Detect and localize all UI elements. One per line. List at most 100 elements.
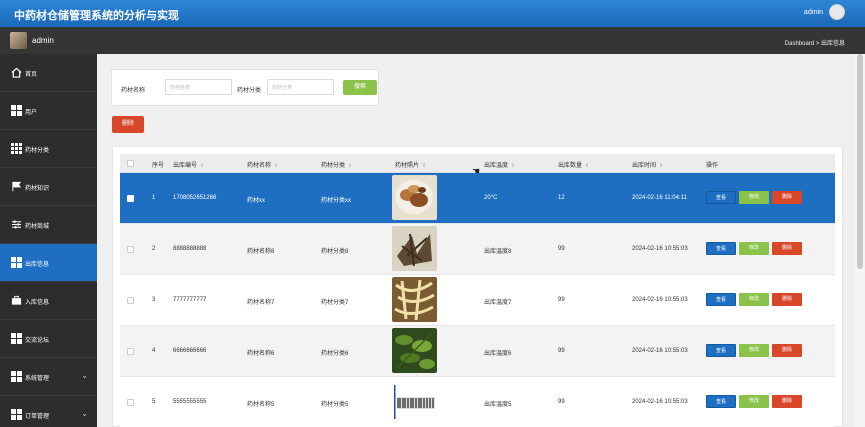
view-button[interactable]: 查看 [706,293,736,306]
herb-photo[interactable] [392,175,437,220]
cell-time: 2024-02-16 10:55:03 [632,399,688,405]
col-label: 出库温度 [484,163,509,169]
cell-qty: 99 [558,348,565,354]
row-checkbox[interactable] [127,297,134,304]
header-avatar[interactable] [829,4,845,20]
col-label: 药材照片 [395,163,420,169]
delete-button[interactable]: 删除 [772,191,802,204]
col-category[interactable]: 药材分类 ⇕ [321,160,352,169]
cell-time: 2024-02-16 11:04:11 [632,195,687,201]
sidebar-username: admin [32,36,54,45]
delete-button[interactable]: 删除 [772,344,802,357]
category-search-input[interactable]: 药材分类 [267,79,334,95]
cell-category: 药材分类5 [321,402,349,408]
col-actions: 操作 [706,160,718,169]
col-label: 药材分类 [321,163,346,169]
select-all-checkbox[interactable] [127,160,134,167]
col-label: 出库数量 [558,163,583,169]
sort-icon[interactable]: ⇕ [274,163,278,169]
row-checkbox[interactable] [127,246,134,253]
sort-icon[interactable]: ⇕ [200,163,204,169]
col-label: 药材名称 [247,163,272,169]
col-temp[interactable]: 出库温度 ⇕ [484,160,515,169]
herb-photo[interactable] [392,379,437,424]
grid-icon [11,105,22,116]
name-label: 药材名称 [121,88,146,94]
row-checkbox[interactable] [127,348,134,355]
cell-index: 3 [152,297,156,303]
view-button[interactable]: 查看 [706,344,736,357]
sidebar-item-orders[interactable]: 订单管理 ⌄ [0,396,97,427]
row-checkbox[interactable] [127,399,134,406]
name-search-input[interactable]: 药材名称 [165,79,232,95]
table-row[interactable]: 5 5555555555 药材名称5 药材分类5 出库温度5 99 2024-0… [120,377,835,427]
cell-index: 4 [152,348,156,354]
col-photo[interactable]: 药材照片 ⇕ [395,160,426,169]
row-checkbox[interactable] [127,195,134,202]
cell-time: 2024-02-16 10:55:03 [632,246,688,252]
col-qty[interactable]: 出库数量 ⇕ [558,160,589,169]
batch-delete-button[interactable]: 删除 [112,116,144,133]
view-button[interactable]: 查看 [706,191,736,204]
sidebar-item-category[interactable]: 药材分类 [0,130,97,168]
sidebar-item-users[interactable]: 用户 [0,92,97,130]
cell-qty: 12 [558,195,565,201]
table-row[interactable]: 1 1708052651266 药材xx 药材分类xx 20°C 12 2024… [120,173,835,224]
sort-icon[interactable]: ⇕ [659,163,663,169]
sidebar-item-label: 出库信息 [25,262,50,268]
cell-index: 2 [152,246,156,252]
edit-button[interactable]: 修改 [739,191,769,204]
edit-button[interactable]: 修改 [739,344,769,357]
header-username[interactable]: admin [804,9,823,16]
cell-category: 药材分类8 [321,249,349,255]
sidebar-item-label: 入库信息 [25,300,50,306]
avatar [10,32,27,49]
delete-button[interactable]: 删除 [772,242,802,255]
page-scrollbar[interactable] [855,54,865,427]
view-button[interactable]: 查看 [706,242,736,255]
grid-icon [11,143,22,154]
breadcrumb[interactable]: Dashboard > 出库信息 [785,38,845,47]
sidebar-item-knowledge[interactable]: 药材知识 [0,168,97,206]
sidebar-item-outbound[interactable]: 出库信息 [0,244,97,282]
sort-icon[interactable]: ⇕ [422,163,426,169]
cell-temp: 20°C [484,195,498,201]
scrollbar-thumb[interactable] [857,54,863,269]
cell-time: 2024-02-16 10:55:03 [632,348,688,354]
delete-button[interactable]: 删除 [772,293,802,306]
view-button[interactable]: 查看 [706,395,736,408]
col-index: 序号 [152,160,164,169]
table-row[interactable]: 3 7777777777 药材名称7 药材分类7 出库温度7 99 2024-0… [120,275,835,326]
cell-code: 8888888888 [173,246,207,252]
search-panel: 药材名称 药材名称 药材分类 药材分类 搜索 [111,69,379,106]
sidebar-item-home[interactable]: 首页 [0,54,97,92]
edit-button[interactable]: 修改 [739,242,769,255]
grid-icon [11,257,22,268]
data-table: 序号 出库编号 ⇕ 药材名称 ⇕ 药材分类 ⇕ 药材照片 ⇕ 出库温度 ⇕ 出库数量 ⇕ 出… [112,146,843,427]
sort-icon[interactable]: ⇕ [585,163,589,169]
edit-button[interactable]: 修改 [739,293,769,306]
category-label: 药材分类 [237,88,262,94]
col-time[interactable]: 出库时间 ⇕ [632,160,663,169]
search-button[interactable]: 搜索 [343,80,377,95]
sidebar-item-system[interactable]: 系统管理 ⌄ [0,358,97,396]
herb-photo[interactable] [392,226,437,271]
col-code[interactable]: 出库编号 ⇕ [173,160,204,169]
herb-photo[interactable] [392,277,437,322]
sort-icon[interactable]: ⇕ [348,163,352,169]
sidebar-item-shop[interactable]: 药材商城 [0,206,97,244]
sort-icon[interactable]: ⇕ [511,163,515,169]
delete-button[interactable]: 删除 [772,395,802,408]
sidebar-item-label: 订单管理 [25,414,50,420]
col-name[interactable]: 药材名称 ⇕ [247,160,278,169]
cell-code: 7777777777 [173,297,207,303]
edit-button[interactable]: 修改 [739,395,769,408]
table-row[interactable]: 4 6666666666 药材名称6 药材分类6 出库温度6 99 2024-0… [120,326,835,377]
flag-icon [12,181,22,192]
sidebar-item-forum[interactable]: 交流论坛 [0,320,97,358]
table-row[interactable]: 2 8888888888 药材名称8 药材分类8 出库温度8 99 2024-0… [120,224,835,275]
sidebar-item-inbound[interactable]: 入库信息 [0,282,97,320]
sidebar-item-label: 用户 [25,110,38,116]
herb-photo[interactable] [392,328,437,373]
grid-icon [11,333,22,344]
